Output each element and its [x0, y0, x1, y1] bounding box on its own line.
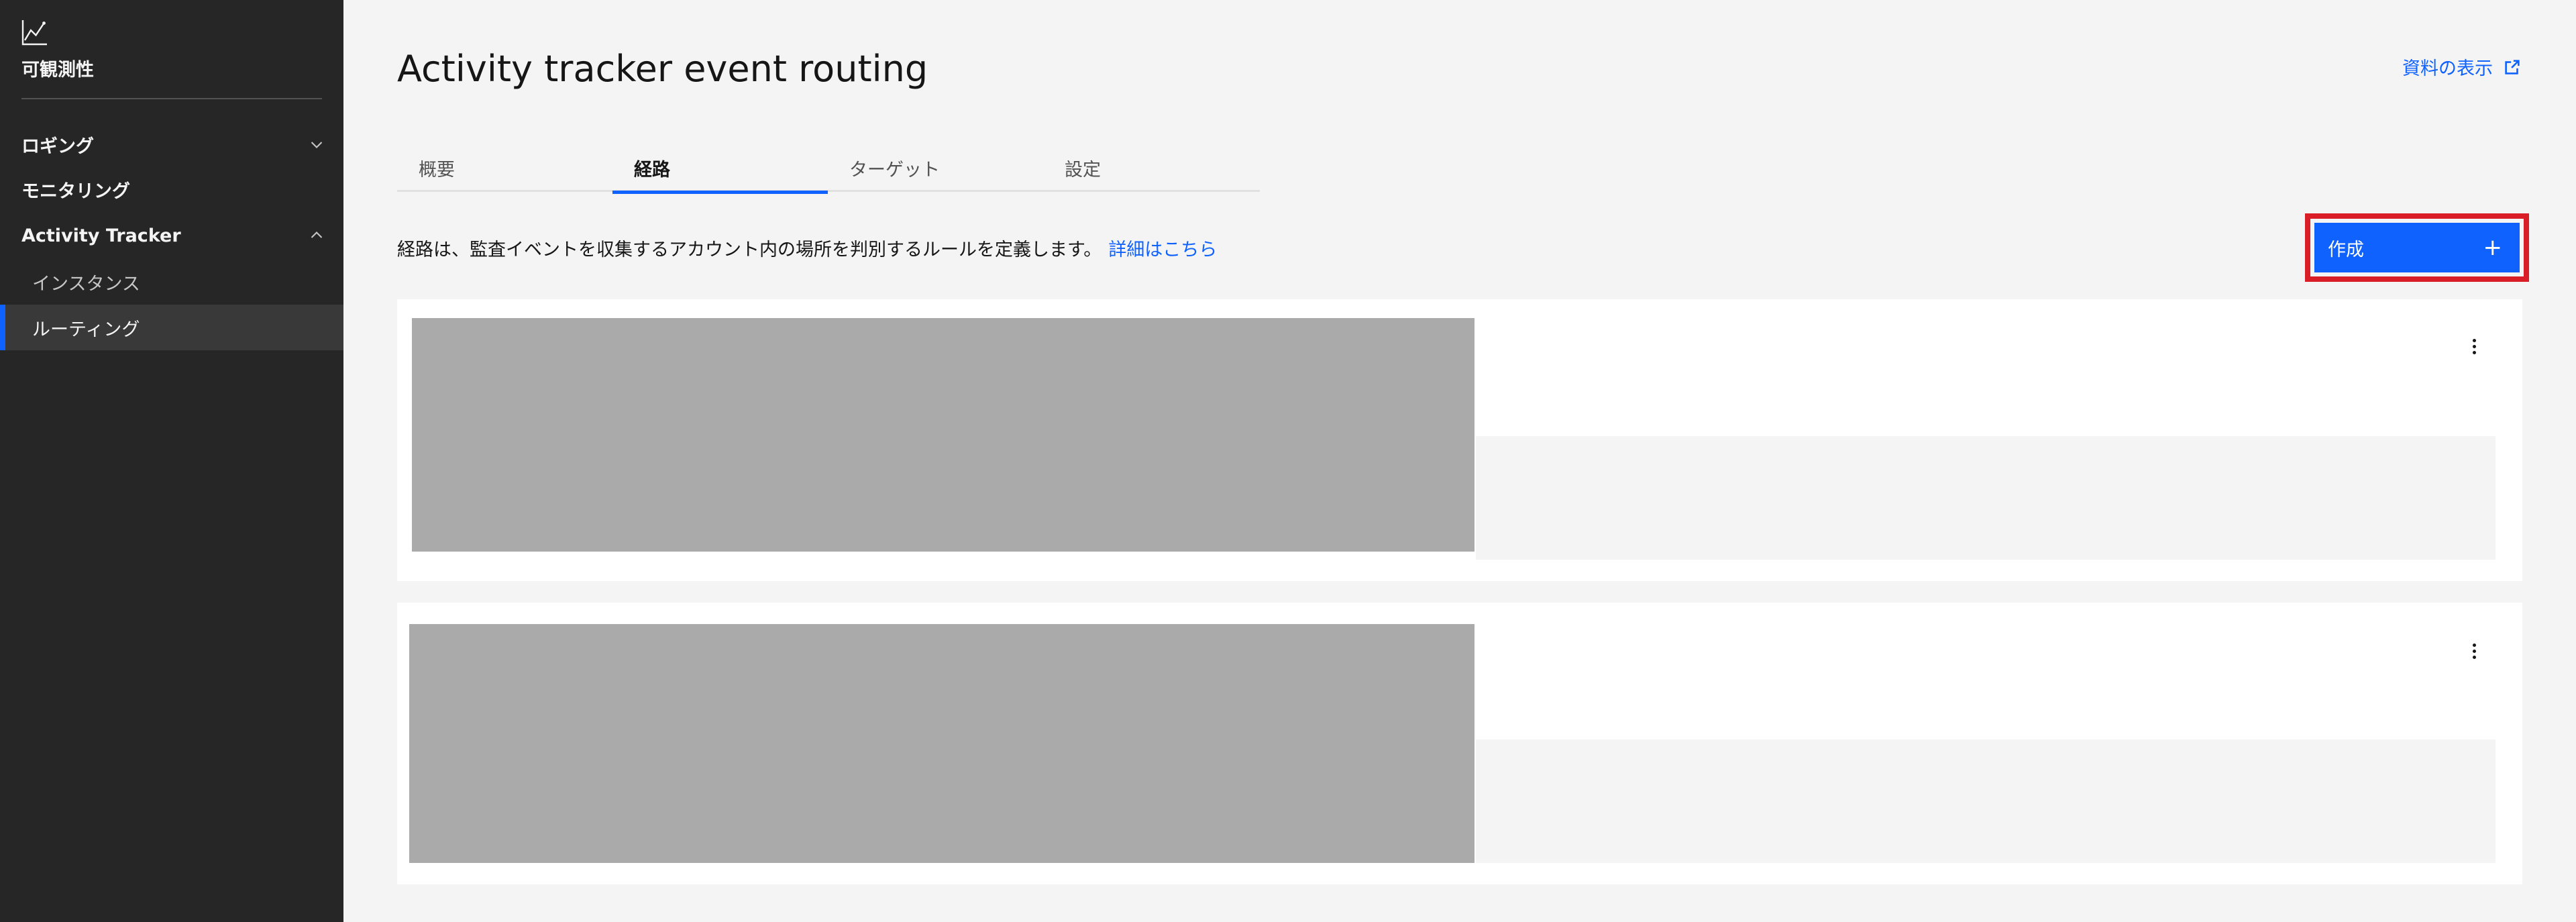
card-image-placeholder [412, 318, 1474, 552]
tab-list: 概要 経路 ターゲット 設定 [397, 144, 1260, 194]
tab-label: 概要 [419, 159, 455, 181]
overflow-menu-icon[interactable] [2467, 637, 2481, 664]
page-title: Activity tracker event routing [397, 48, 928, 90]
sidebar-item-label: Activity Tracker [21, 225, 181, 246]
add-icon: + [2483, 234, 2503, 261]
sidebar-subitem-label: インスタンス [32, 273, 140, 295]
tab-routes[interactable]: 経路 [612, 144, 828, 194]
sidebar-subitem-label: ルーティング [32, 319, 140, 340]
tab-label: ターゲット [849, 159, 940, 181]
card-image-placeholder [409, 624, 1474, 863]
tab-overview[interactable]: 概要 [397, 144, 612, 192]
route-card [397, 299, 2522, 581]
description-text: 経路は、監査イベントを収集するアカウント内の場所を判別するルールを定義します。 [397, 240, 1102, 260]
sidebar-subitem-instances[interactable]: インスタンス [0, 259, 343, 305]
tab-settings[interactable]: 設定 [1043, 144, 1258, 192]
sidebar-item-monitoring[interactable]: モニタリング [0, 167, 343, 211]
chevron-down-icon [311, 142, 323, 148]
card-detail-band [1476, 436, 2496, 560]
tab-label: 経路 [634, 159, 670, 181]
create-button-label: 作成 [2328, 239, 2364, 260]
sidebar-subitem-routing[interactable]: ルーティング [0, 305, 343, 350]
view-docs-label: 資料の表示 [2402, 58, 2493, 79]
external-link-icon [2505, 59, 2520, 74]
sidebar-item-logging[interactable]: ロギング [0, 122, 343, 166]
tab-label: 設定 [1065, 159, 1101, 181]
sidebar-item-label: ロギング [21, 136, 94, 157]
sidebar-title: 可観測性 [21, 60, 94, 81]
route-card [397, 603, 2522, 884]
tab-targets[interactable]: ターゲット [828, 144, 1043, 192]
view-docs-link[interactable]: 資料の表示 [2402, 54, 2522, 80]
sidebar: 可観測性 ロギング モニタリング Activity Tracker インスタンス… [0, 0, 343, 922]
chevron-up-icon [311, 232, 323, 238]
line-chart-icon [21, 20, 47, 46]
card-detail-band [1476, 739, 2496, 863]
sidebar-divider [21, 98, 322, 99]
create-button-highlight: 作成 + [2305, 213, 2529, 282]
overflow-menu-icon[interactable] [2467, 333, 2481, 360]
routes-description: 経路は、監査イベントを収集するアカウント内の場所を判別するルールを定義します。 … [397, 235, 1217, 261]
sidebar-item-activity-tracker[interactable]: Activity Tracker [0, 213, 343, 258]
learn-more-link[interactable]: 詳細はこちら [1108, 235, 1217, 261]
create-button[interactable]: 作成 + [2314, 223, 2520, 272]
sidebar-item-label: モニタリング [21, 181, 130, 202]
